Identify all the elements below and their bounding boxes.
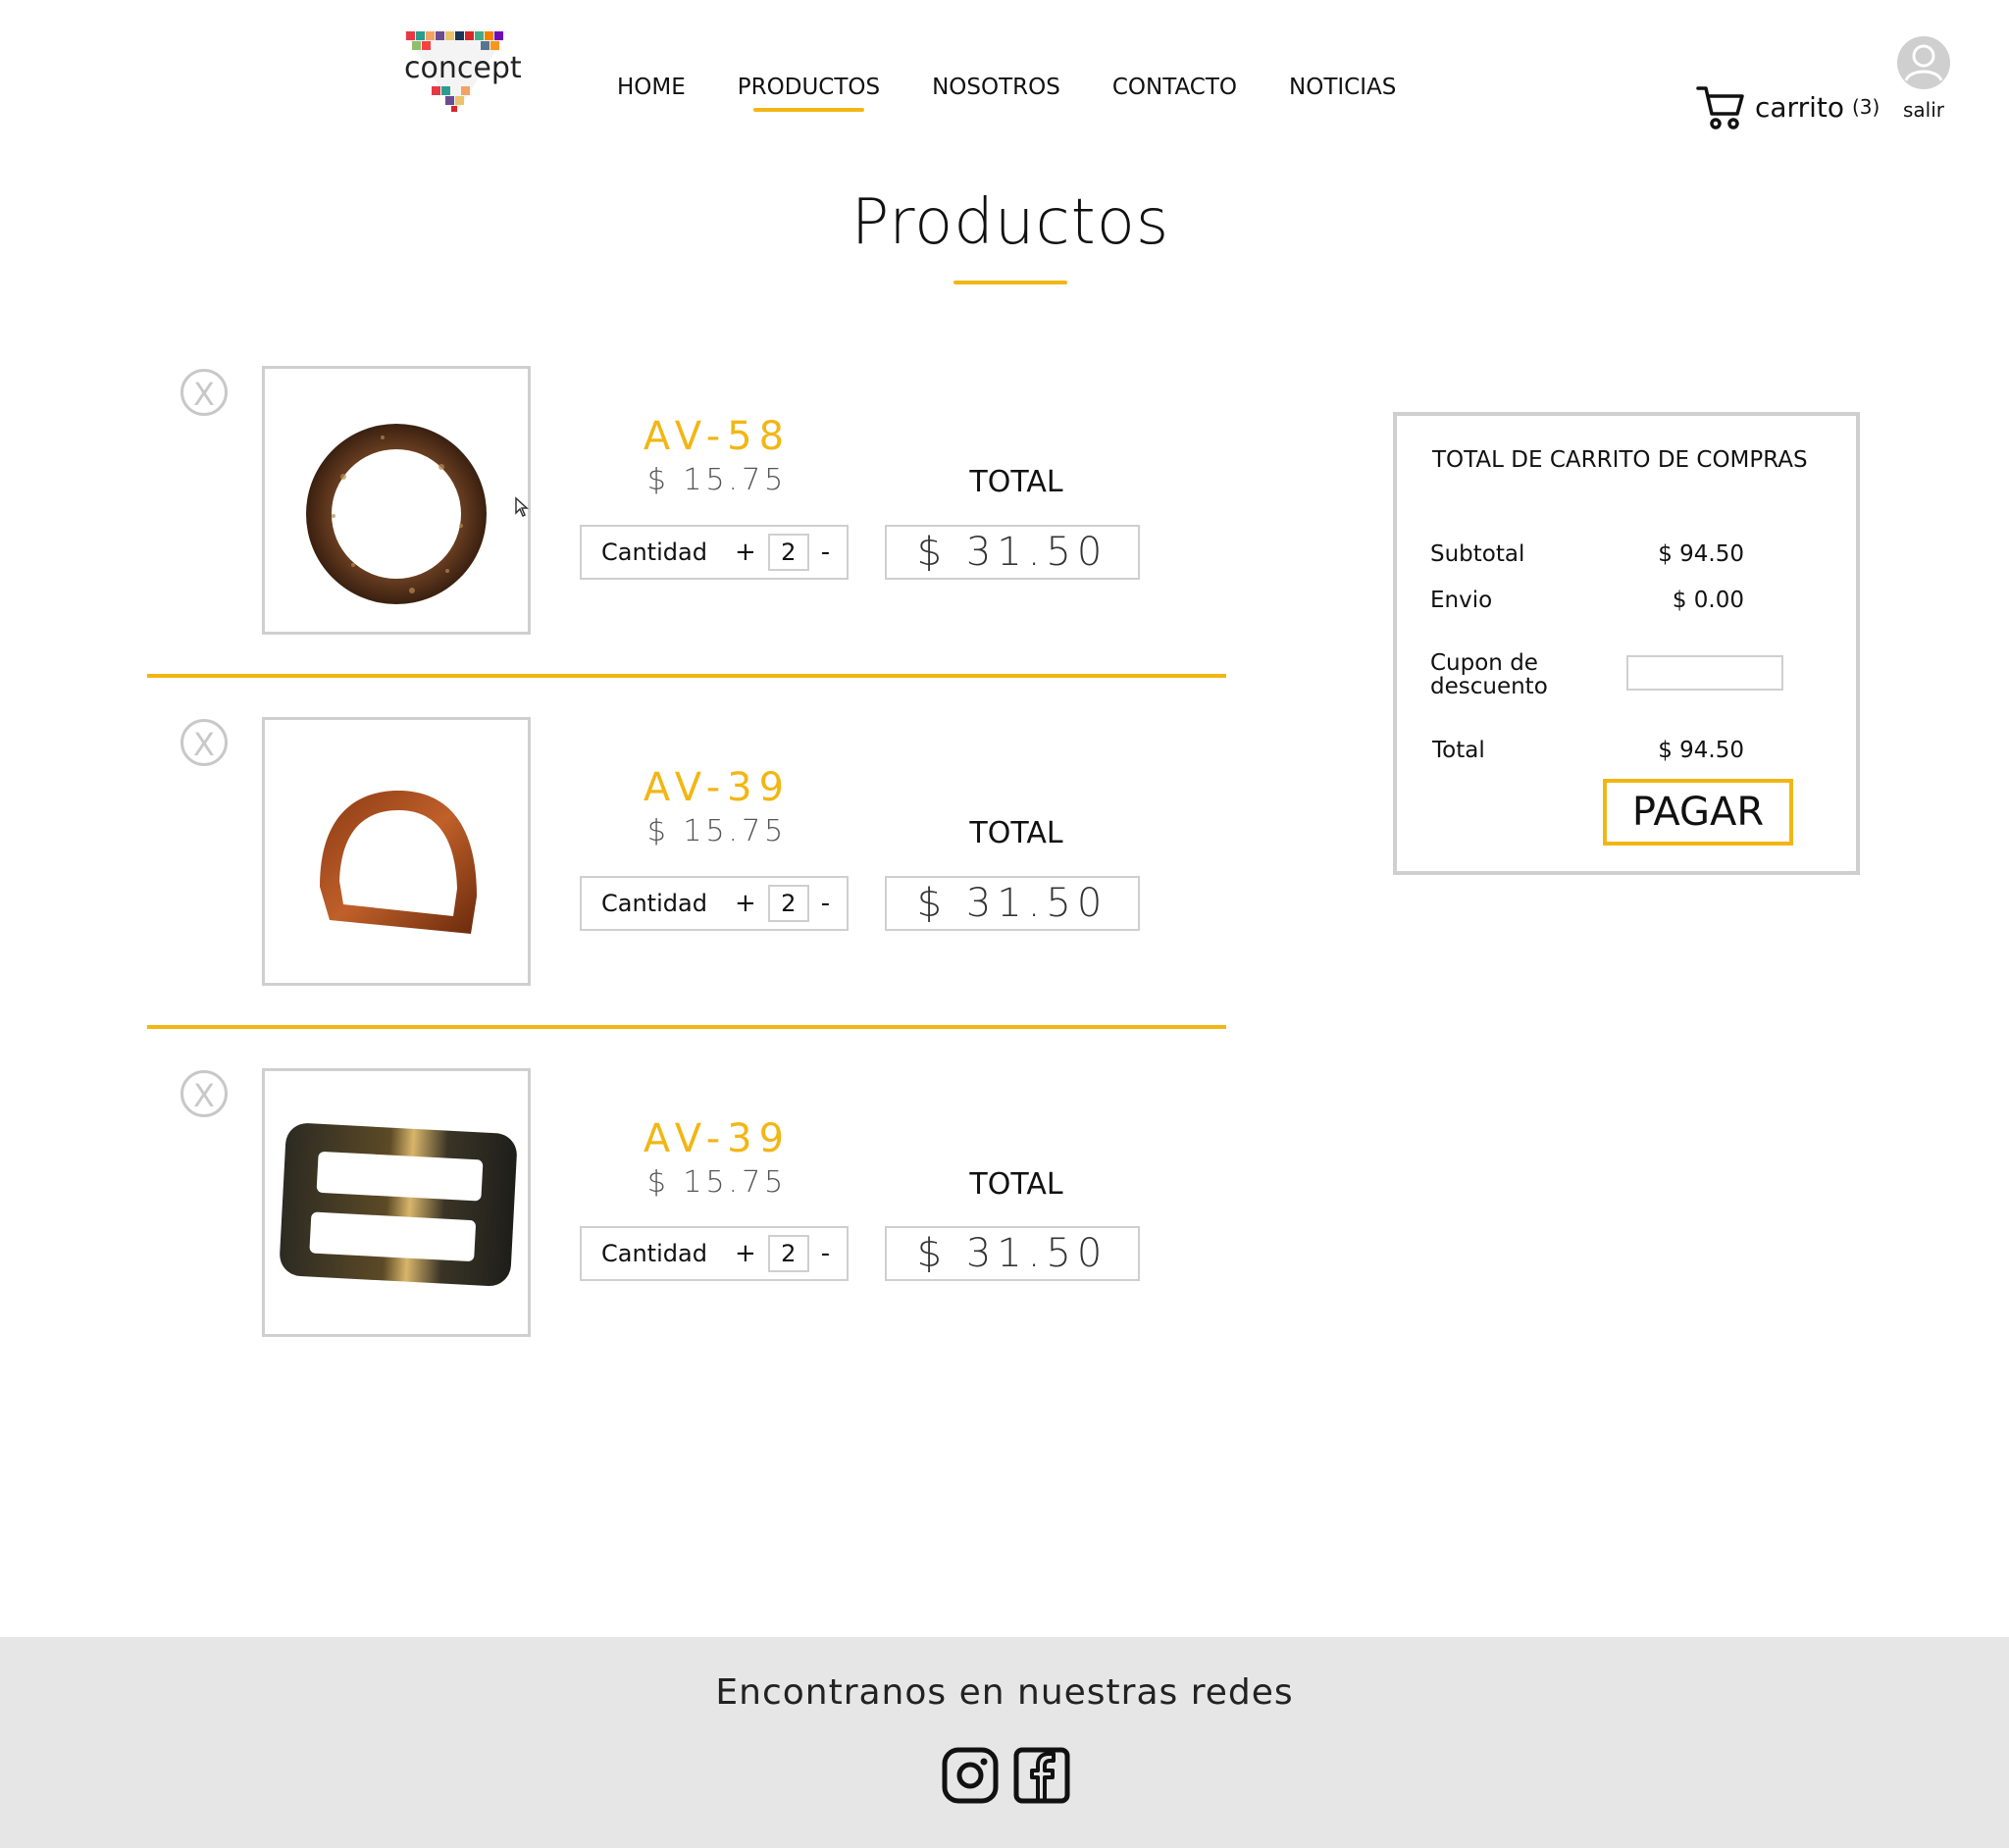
- mouse-cursor-icon: [515, 496, 529, 518]
- nav-nosotros[interactable]: NOSOTROS: [932, 75, 1060, 100]
- summary-title: TOTAL DE CARRITO DE COMPRAS: [1432, 447, 1808, 473]
- cart-link[interactable]: carrito (3): [1696, 82, 1880, 131]
- remove-item-button[interactable]: X: [180, 1070, 228, 1117]
- logout-label: salir: [1902, 98, 1944, 122]
- nav-contacto[interactable]: CONTACTO: [1112, 75, 1237, 100]
- item-separator: [147, 1025, 1226, 1029]
- subtotal-value: $ 94.50: [1658, 541, 1744, 567]
- line-total-label: TOTAL: [969, 1167, 1063, 1202]
- nav-productos[interactable]: PRODUCTOS: [738, 75, 880, 112]
- quantity-label: Cantidad: [601, 890, 707, 917]
- total-label: Total: [1432, 738, 1485, 763]
- quantity-increase-button[interactable]: +: [735, 889, 756, 918]
- product-name: AV-39: [643, 765, 792, 810]
- product-image: [262, 1068, 531, 1337]
- line-total-value: $ 31.50: [885, 525, 1140, 580]
- product-unit-price: $ 15.75: [646, 814, 788, 848]
- rectangular-slide-buckle-image: [280, 1123, 517, 1287]
- logo-text: concept: [404, 51, 522, 85]
- cart-summary-panel: TOTAL DE CARRITO DE COMPRAS Subtotal $ 9…: [1393, 412, 1860, 875]
- product-image: [262, 366, 531, 635]
- shipping-value: $ 0.00: [1672, 588, 1744, 613]
- quantity-label: Cantidad: [601, 1240, 707, 1267]
- line-total-value: $ 31.50: [885, 1226, 1140, 1281]
- cart-count: (3): [1851, 95, 1880, 119]
- quantity-input[interactable]: 2: [767, 534, 809, 571]
- quantity-stepper: Cantidad + 2 -: [580, 1226, 849, 1281]
- main-nav: HOME PRODUCTOS NOSOTROS CONTACTO NOTICIA…: [617, 75, 1448, 112]
- user-avatar-icon: [1897, 36, 1950, 89]
- footer: Encontranos en nuestras redes: [0, 1637, 2009, 1848]
- nav-home[interactable]: HOME: [617, 75, 686, 100]
- item-separator: [147, 674, 1226, 678]
- product-unit-price: $ 15.75: [646, 1165, 788, 1200]
- quantity-increase-button[interactable]: +: [735, 1239, 756, 1268]
- footer-title: Encontranos en nuestras redes: [715, 1672, 1294, 1713]
- shipping-label: Envio: [1430, 588, 1493, 613]
- product-unit-price: $ 15.75: [646, 463, 788, 497]
- line-total-value: $ 31.50: [885, 876, 1140, 931]
- product-name: AV-39: [643, 1116, 792, 1161]
- facebook-icon[interactable]: [1013, 1747, 1070, 1804]
- quantity-stepper: Cantidad + 2 -: [580, 876, 849, 931]
- product-image: [262, 717, 531, 986]
- pay-button[interactable]: PAGAR: [1603, 779, 1793, 846]
- quantity-decrease-button[interactable]: -: [821, 889, 830, 918]
- coupon-label-line1: Cupon de: [1430, 650, 1538, 676]
- nav-noticias[interactable]: NOTICIAS: [1289, 75, 1396, 100]
- remove-item-button[interactable]: X: [180, 369, 228, 416]
- quantity-label: Cantidad: [601, 539, 707, 566]
- quantity-decrease-button[interactable]: -: [821, 1239, 830, 1268]
- quantity-input[interactable]: 2: [767, 885, 809, 922]
- remove-item-button[interactable]: X: [180, 719, 228, 766]
- coupon-label: Cupon de descuento: [1430, 651, 1548, 698]
- cart-label: carrito: [1755, 90, 1844, 124]
- line-total-label: TOTAL: [969, 465, 1063, 499]
- subtotal-label: Subtotal: [1430, 541, 1525, 567]
- cart-icon: [1696, 86, 1744, 129]
- coupon-input[interactable]: [1626, 655, 1783, 691]
- quantity-input[interactable]: 2: [767, 1235, 809, 1272]
- page-title: Productos: [850, 186, 1170, 259]
- line-total-label: TOTAL: [969, 816, 1063, 850]
- brown-ring-buckle-image: [306, 424, 487, 604]
- title-underline: [953, 281, 1067, 284]
- quantity-stepper: Cantidad + 2 -: [580, 525, 849, 580]
- quantity-increase-button[interactable]: +: [735, 538, 756, 567]
- instagram-icon[interactable]: [942, 1747, 999, 1804]
- logout-link[interactable]: salir: [1893, 35, 1954, 122]
- total-value: $ 94.50: [1658, 738, 1744, 763]
- quantity-decrease-button[interactable]: -: [821, 538, 830, 567]
- d-ring-buckle-image: [320, 791, 477, 934]
- product-name: AV-58: [643, 414, 792, 459]
- coupon-label-line2: descuento: [1430, 674, 1548, 699]
